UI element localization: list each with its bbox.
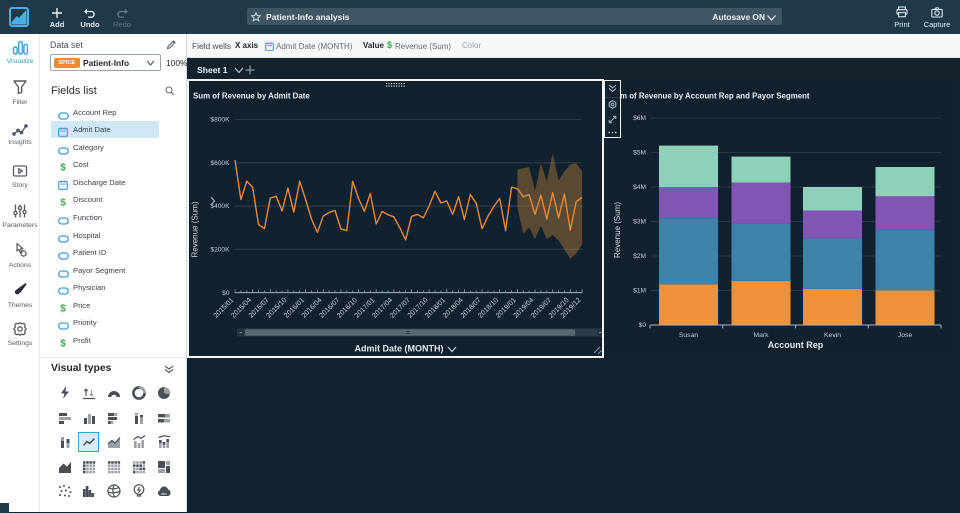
- svg-text:$: $: [60, 338, 66, 347]
- svg-text:Revenue (Sum): Revenue (Sum): [613, 202, 622, 258]
- svg-text:Mark: Mark: [753, 332, 769, 339]
- svg-text:$: $: [60, 198, 66, 207]
- svg-text:$0: $0: [639, 322, 647, 329]
- svg-text:$3M: $3M: [633, 219, 646, 226]
- svg-text:$: $: [60, 163, 66, 172]
- svg-text:$6M: $6M: [633, 115, 646, 122]
- svg-text:Revenue (Sum): Revenue (Sum): [191, 201, 200, 257]
- svg-text:Kevin: Kevin: [824, 332, 841, 339]
- svg-text:$2M: $2M: [633, 253, 646, 260]
- svg-text:Jose: Jose: [898, 332, 913, 339]
- svg-text:$0: $0: [222, 290, 230, 297]
- svg-text:m of Revenue by Account Rep an: m of Revenue by Account Rep and Payor Se…: [620, 92, 810, 101]
- svg-text:$4M: $4M: [633, 184, 646, 191]
- svg-text:$600K: $600K: [210, 160, 230, 167]
- svg-text:$400K: $400K: [210, 203, 230, 210]
- svg-text:Admit Date (MONTH): Admit Date (MONTH): [355, 344, 444, 354]
- svg-text:$800K: $800K: [210, 117, 230, 124]
- svg-text:$1M: $1M: [633, 288, 646, 295]
- svg-text:$5M: $5M: [633, 150, 646, 157]
- svg-text:Sum of Revenue by Admit Date: Sum of Revenue by Admit Date: [193, 92, 310, 101]
- svg-text:$200K: $200K: [210, 247, 230, 254]
- svg-text:abc: abc: [161, 492, 167, 496]
- svg-text:Account Rep: Account Rep: [768, 340, 824, 350]
- svg-text:$: $: [60, 303, 66, 312]
- svg-text:Susan: Susan: [679, 332, 698, 339]
